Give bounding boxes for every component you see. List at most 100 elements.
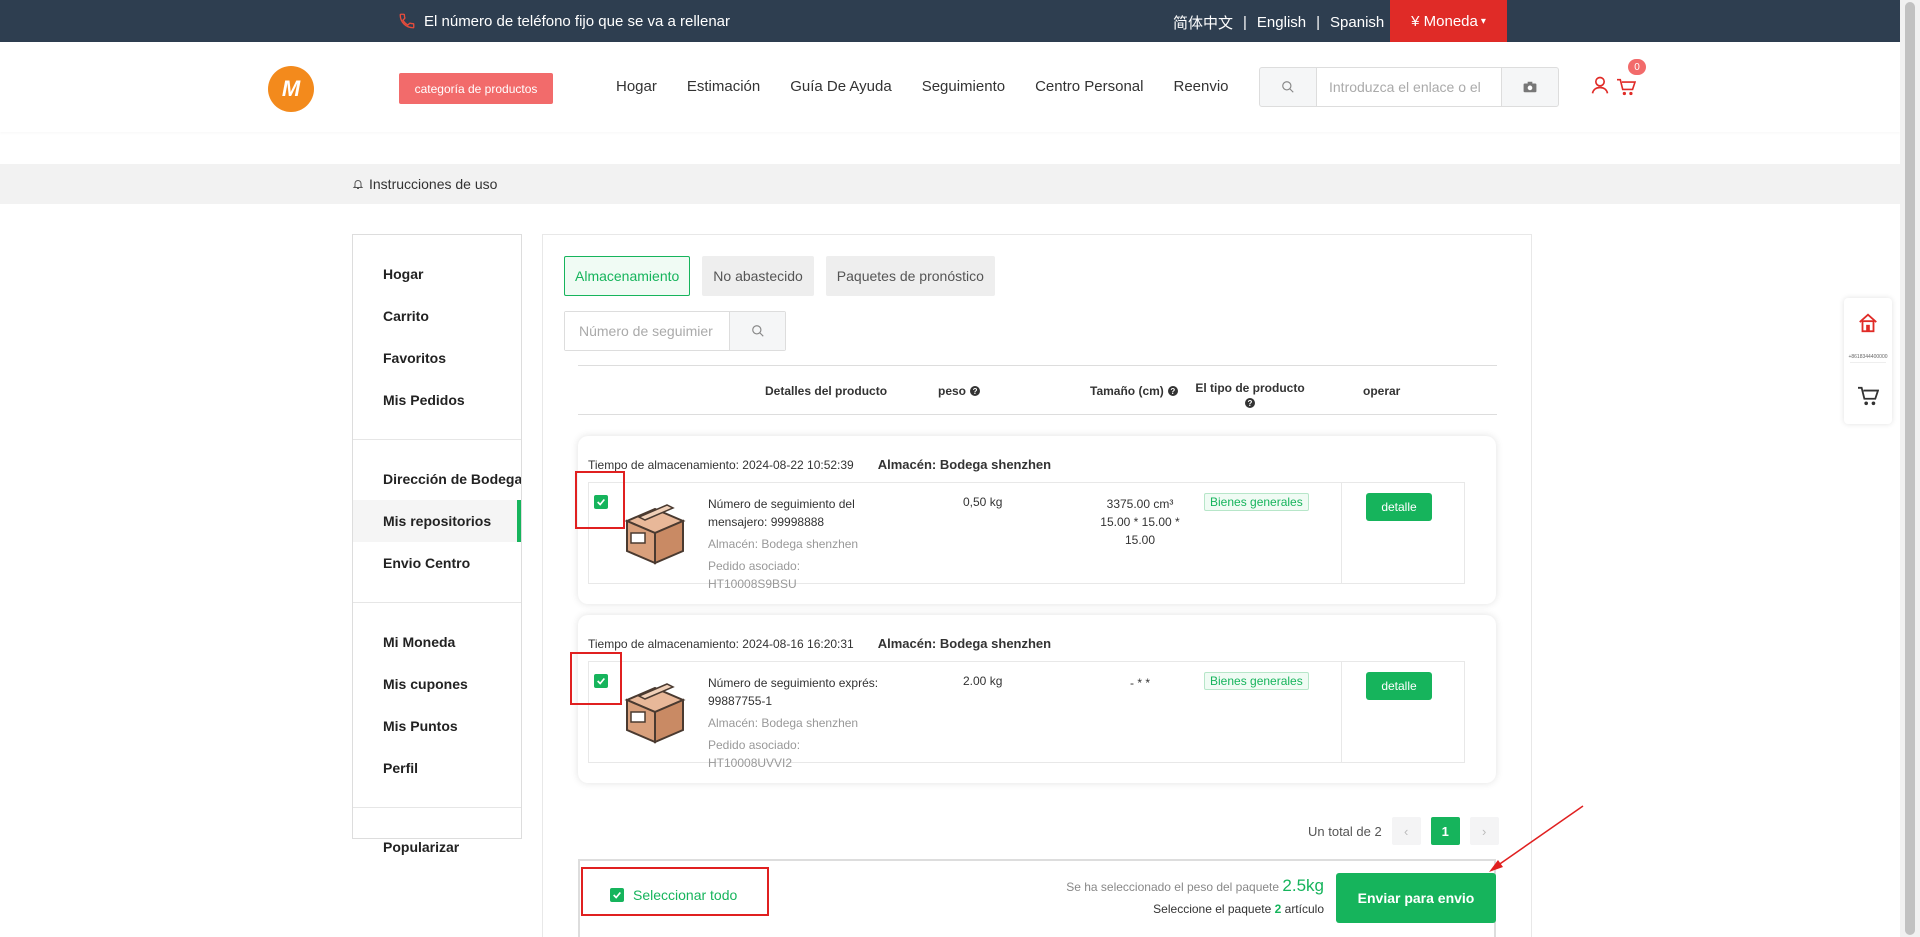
product-type-tag: Bienes generales [1204, 493, 1309, 511]
nav-personal-center[interactable]: Centro Personal [1035, 78, 1143, 95]
associated-order: Pedido asociado: HT10008S9BSU [708, 559, 801, 591]
floating-widget: +8618344400000 [1844, 298, 1892, 424]
cart-count-badge: 0 [1628, 59, 1646, 75]
currency-dropdown[interactable]: ¥ Moneda ▾ [1390, 0, 1507, 42]
page: El número de teléfono fijo que se va a r… [0, 0, 1920, 937]
chevron-down-icon: ▾ [1480, 15, 1486, 27]
logo-letter: M [281, 76, 301, 101]
instructions-link[interactable]: Instrucciones de uso [352, 176, 497, 192]
sidebar-item-promote[interactable]: Popularizar [353, 826, 521, 868]
warehouse-name: Almacén: Bodega shenzhen [877, 636, 1052, 651]
widget-phone-text: +8618344400000 [1848, 354, 1888, 360]
home-icon[interactable] [1857, 312, 1879, 334]
phone-text: El número de teléfono fijo que se va a r… [424, 12, 731, 30]
lang-chinese[interactable]: 简体中文 [1173, 12, 1233, 33]
header-product-label: Detalles del producto [765, 384, 888, 398]
lang-english[interactable]: English [1257, 14, 1306, 31]
storage-time: Tiempo de almacenamiento: 2024-08-16 16:… [588, 636, 854, 651]
selected-weight-value: 2.5kg [1282, 876, 1324, 895]
search-icon[interactable] [729, 312, 785, 350]
product-category-button[interactable]: categoría de productos [399, 73, 553, 104]
tracking-number-input[interactable] [565, 312, 729, 350]
link-search-input[interactable] [1316, 68, 1502, 106]
detail-button[interactable]: detalle [1366, 672, 1432, 700]
nav-estimate[interactable]: Estimación [687, 78, 760, 95]
repositories-panel: Almacenamiento No abastecido Paquetes de… [542, 234, 1532, 937]
tracking-number: Número de seguimiento exprés: 99887755-1 [708, 676, 879, 708]
sidebar-group: Popularizar [353, 808, 521, 886]
column-divider [1341, 483, 1342, 583]
site-logo[interactable]: M [268, 66, 314, 112]
cart-icon[interactable] [1857, 386, 1879, 406]
associated-order: Pedido asociado: HT10008UVVI2 [708, 738, 801, 770]
detail-button[interactable]: detalle [1366, 493, 1432, 521]
sidebar-item-coupons[interactable]: Mis cupones [353, 663, 521, 705]
top-bar: El número de teléfono fijo que se va a r… [0, 0, 1900, 42]
header-size-label: Tamaño (cm) [1090, 384, 1164, 398]
nav-home[interactable]: Hogar [616, 78, 657, 95]
package-size: 3375.00 cm³ 15.00 * 15.00 * 15.00 [1100, 497, 1180, 547]
language-switcher: 简体中文 | English | Spanish [1173, 12, 1384, 33]
sidebar-group: Dirección de Bodega Mis repositorios Env… [353, 440, 521, 603]
package-description: Número de seguimiento exprés: 99887755-1… [708, 674, 883, 772]
lang-separator: | [1243, 14, 1247, 31]
sidebar-item-home[interactable]: Hogar [353, 253, 521, 295]
selected-count-prefix: Seleccione el paquete [1153, 902, 1272, 916]
storage-time: Tiempo de almacenamiento: 2024-08-22 10:… [588, 457, 854, 472]
sidebar-item-cart[interactable]: Carrito [353, 295, 521, 337]
search-icon[interactable] [1260, 68, 1316, 106]
nav-forwarding[interactable]: Reenvio [1173, 78, 1228, 95]
status-tabs: Almacenamiento No abastecido Paquetes de… [564, 256, 995, 296]
tab-not-stocked[interactable]: No abastecido [702, 256, 814, 296]
prev-page-button[interactable]: ‹ [1391, 817, 1421, 845]
header-operate-label: operar [1363, 384, 1401, 398]
help-icon[interactable]: ? [1245, 398, 1255, 408]
next-page-button[interactable]: › [1469, 817, 1499, 845]
package-row: Número de seguimiento del mensajero: 999… [588, 482, 1465, 591]
tab-storage[interactable]: Almacenamiento [564, 256, 691, 296]
help-icon[interactable]: ? [1167, 386, 1178, 396]
selected-count-suffix: artículo [1284, 902, 1324, 916]
currency-label: ¥ Moneda [1411, 12, 1478, 30]
package-warehouse: Almacén: Bodega shenzhen [708, 716, 859, 730]
lang-spanish[interactable]: Spanish [1330, 14, 1384, 31]
product-type-tag: Bienes generales [1204, 672, 1309, 690]
vertical-scrollbar[interactable] [1900, 0, 1920, 937]
send-for-shipping-button[interactable]: Enviar para envio [1336, 873, 1496, 923]
sidebar-group: Mi Moneda Mis cupones Mis Puntos Perfil [353, 603, 521, 808]
user-icon[interactable] [1590, 75, 1610, 100]
header-size: Tamaño (cm)? [1090, 384, 1178, 398]
instructions-bar: Instrucciones de uso [0, 164, 1900, 204]
sidebar-item-profile[interactable]: Perfil [353, 747, 521, 789]
sidebar-item-orders[interactable]: Mis Pedidos [353, 379, 521, 421]
header-type: El tipo de producto? [1194, 381, 1306, 408]
package-warehouse: Almacén: Bodega shenzhen [708, 537, 859, 551]
package-card: Tiempo de almacenamiento: 2024-08-22 10:… [578, 436, 1496, 604]
camera-icon[interactable] [1502, 68, 1558, 106]
sidebar-item-currency[interactable]: Mi Moneda [353, 621, 521, 663]
sidebar-item-shipping-center[interactable]: Envio Centro [353, 542, 521, 584]
sidebar-item-warehouse-address[interactable]: Dirección de Bodega [353, 458, 521, 500]
package-meta: Tiempo de almacenamiento: 2024-08-22 10:… [588, 457, 1051, 472]
selection-summary: Se ha seleccionado el peso del paquete 2… [1066, 875, 1324, 920]
widget-divider [1850, 362, 1886, 363]
sidebar-item-repositories[interactable]: Mis repositorios [353, 500, 521, 542]
scrollbar-thumb[interactable] [1905, 2, 1915, 935]
page-number[interactable]: 1 [1430, 817, 1460, 845]
bell-icon [352, 180, 364, 189]
nav-help-guide[interactable]: Guía De Ayuda [790, 78, 891, 95]
main-nav: Hogar Estimación Guía De Ayuda Seguimien… [616, 78, 1229, 95]
phone-info: El número de teléfono fijo que se va a r… [398, 12, 730, 30]
header-operate: operar [1363, 384, 1400, 398]
sidebar-item-points[interactable]: Mis Puntos [353, 705, 521, 747]
tab-forecast-packages[interactable]: Paquetes de pronóstico [825, 256, 995, 296]
package-box-icon [624, 504, 686, 565]
sidebar-group: Hogar Carrito Favoritos Mis Pedidos [353, 235, 521, 440]
selected-weight-label: Se ha seleccionado el peso del paquete [1066, 880, 1280, 894]
pagination-total: Un total de 2 [1308, 823, 1382, 839]
nav-tracking[interactable]: Seguimiento [922, 78, 1005, 95]
cart-icon[interactable] [1616, 78, 1637, 101]
site-header: M categoría de productos Hogar Estimació… [0, 42, 1900, 132]
sidebar-item-favorites[interactable]: Favoritos [353, 337, 521, 379]
help-icon[interactable]: ? [970, 386, 981, 396]
